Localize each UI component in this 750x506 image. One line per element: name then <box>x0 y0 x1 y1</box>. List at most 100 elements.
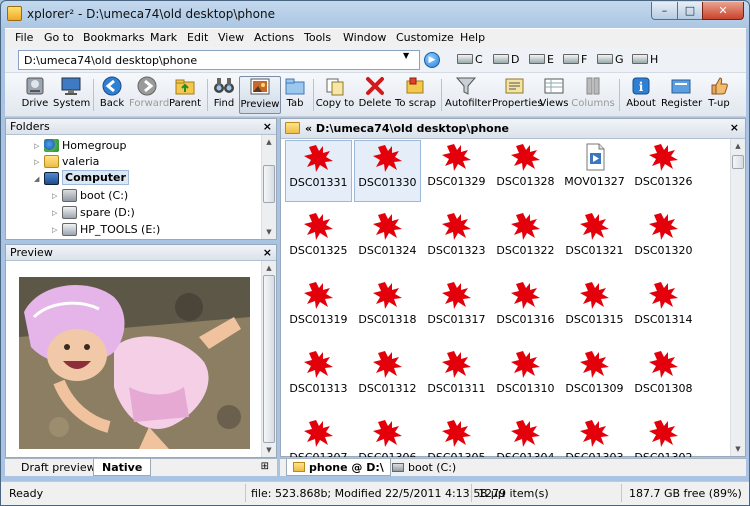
file-item[interactable]: DSC01312 <box>354 347 421 409</box>
drive-e-button[interactable]: E <box>529 52 554 68</box>
pin-icon[interactable]: ⊞ <box>261 461 269 472</box>
menu-help[interactable]: Help <box>460 31 485 44</box>
expand-arrow-icon[interactable]: ▷ <box>34 138 44 154</box>
scroll-up-icon[interactable]: ▲ <box>732 140 744 152</box>
file-item[interactable]: DSC01321 <box>561 209 628 271</box>
tree-item-hp-tools-e[interactable]: ▷ HP_TOOLS (E:) <box>52 222 160 238</box>
drive-h-button[interactable]: H <box>632 52 658 68</box>
file-item[interactable]: DSC01331 <box>285 140 352 202</box>
go-button[interactable]: ▶ <box>424 52 440 68</box>
drive-g-button[interactable]: G <box>597 52 624 68</box>
file-item[interactable]: DSC01319 <box>285 278 352 340</box>
file-item[interactable]: DSC01316 <box>492 278 559 340</box>
about-button[interactable]: i About <box>623 76 659 114</box>
menu-file[interactable]: File <box>15 31 33 44</box>
file-item[interactable]: DSC01326 <box>630 140 697 202</box>
menu-window[interactable]: Window <box>343 31 386 44</box>
current-path[interactable]: « D:\umeca74\old desktop\phone <box>305 122 509 135</box>
drive-f-button[interactable]: F <box>563 52 587 68</box>
scroll-down-icon[interactable]: ▼ <box>263 444 275 456</box>
menu-customize[interactable]: Customize <box>396 31 454 44</box>
file-list-scrollbar[interactable]: ▲ ▼ <box>730 139 745 456</box>
system-button[interactable]: System <box>53 76 90 114</box>
properties-button[interactable]: Properties <box>492 76 543 114</box>
file-item[interactable]: DSC01328 <box>492 140 559 202</box>
tree-item-computer[interactable]: ◢ Computer <box>34 170 129 187</box>
folders-scrollbar[interactable]: ▲ ▼ <box>261 135 276 239</box>
tree-item-spare-d[interactable]: ▷ spare (D:) <box>52 205 135 221</box>
menu-mark[interactable]: Mark <box>150 31 177 44</box>
file-item[interactable]: DSC01325 <box>285 209 352 271</box>
expand-arrow-icon[interactable]: ▷ <box>52 188 62 204</box>
file-item[interactable]: DSC01311 <box>423 347 490 409</box>
file-item[interactable]: DSC01307 <box>285 416 352 457</box>
maximize-button[interactable]: □ <box>677 2 703 20</box>
scroll-up-icon[interactable]: ▲ <box>263 136 275 148</box>
menu-goto[interactable]: Go to <box>44 31 74 44</box>
collapse-arrow-icon[interactable]: ◢ <box>34 171 44 187</box>
register-button[interactable]: Register <box>661 76 702 114</box>
back-button[interactable]: Back <box>95 76 129 114</box>
copy-to-button[interactable]: Copy to <box>315 76 355 114</box>
file-item[interactable]: DSC01323 <box>423 209 490 271</box>
file-item[interactable]: DSC01330 <box>354 140 421 202</box>
pane-close-button[interactable]: × <box>730 121 739 134</box>
file-item[interactable]: DSC01308 <box>630 347 697 409</box>
tab-native[interactable]: Native <box>93 459 152 476</box>
find-button[interactable]: Find <box>209 76 239 114</box>
expand-arrow-icon[interactable]: ▷ <box>52 205 62 221</box>
scroll-thumb[interactable] <box>263 165 275 203</box>
title-bar[interactable]: xplorer² - D:\umeca74\old desktop\phone … <box>1 1 749 27</box>
parent-button[interactable]: Parent <box>168 76 202 114</box>
file-item[interactable]: DSC01324 <box>354 209 421 271</box>
tab-button[interactable]: Tab <box>281 76 309 114</box>
scroll-up-icon[interactable]: ▲ <box>263 262 275 274</box>
expand-arrow-icon[interactable]: ▷ <box>52 222 62 238</box>
file-item[interactable]: DSC01306 <box>354 416 421 457</box>
file-item[interactable]: DSC01309 <box>561 347 628 409</box>
tree-item-valeria[interactable]: ▷ valeria <box>34 154 99 170</box>
tab-draft-preview[interactable]: Draft preview <box>13 459 104 476</box>
to-scrap-button[interactable]: To scrap <box>395 76 436 114</box>
tab-boot-c[interactable]: boot (C:) <box>386 459 462 476</box>
scroll-down-icon[interactable]: ▼ <box>263 226 275 238</box>
menu-tools[interactable]: Tools <box>304 31 331 44</box>
address-dropdown-icon[interactable]: ▼ <box>403 51 409 60</box>
file-item[interactable]: DSC01320 <box>630 209 697 271</box>
expand-arrow-icon[interactable]: ▷ <box>34 154 44 170</box>
autofilter-button[interactable]: Autofilter <box>445 76 491 114</box>
file-item[interactable]: MOV01327 <box>561 140 628 202</box>
file-item[interactable]: DSC01315 <box>561 278 628 340</box>
columns-button[interactable]: Columns <box>571 76 615 114</box>
menu-actions[interactable]: Actions <box>254 31 294 44</box>
file-item[interactable]: DSC01305 <box>423 416 490 457</box>
file-item[interactable]: DSC01304 <box>492 416 559 457</box>
preview-button[interactable]: Preview <box>239 76 281 114</box>
tree-item-boot-c[interactable]: ▷ boot (C:) <box>52 188 128 204</box>
drive-c-button[interactable]: C <box>457 52 483 68</box>
menu-edit[interactable]: Edit <box>187 31 208 44</box>
file-item[interactable]: DSC01329 <box>423 140 490 202</box>
menu-bookmarks[interactable]: Bookmarks <box>83 31 144 44</box>
file-item[interactable]: DSC01302 <box>630 416 697 457</box>
scroll-down-icon[interactable]: ▼ <box>732 443 744 455</box>
file-item[interactable]: DSC01303 <box>561 416 628 457</box>
folders-close-button[interactable]: × <box>263 119 272 134</box>
drive-d-button[interactable]: D <box>493 52 519 68</box>
preview-scrollbar[interactable]: ▲ ▼ <box>261 261 276 457</box>
tree-item-homegroup[interactable]: ▷ Homegroup <box>34 138 126 154</box>
forward-button[interactable]: Forward <box>129 76 169 114</box>
minimize-button[interactable]: – <box>651 2 678 20</box>
address-input[interactable]: D:\umeca74\old desktop\phone <box>18 50 420 70</box>
close-button[interactable]: ✕ <box>702 2 744 20</box>
file-item[interactable]: DSC01314 <box>630 278 697 340</box>
file-item[interactable]: DSC01322 <box>492 209 559 271</box>
tab-phone[interactable]: phone @ D:\ <box>286 459 391 476</box>
delete-button[interactable]: Delete <box>357 76 393 114</box>
file-item[interactable]: DSC01317 <box>423 278 490 340</box>
file-item[interactable]: DSC01318 <box>354 278 421 340</box>
scroll-thumb[interactable] <box>263 275 275 443</box>
scroll-thumb[interactable] <box>732 155 744 169</box>
file-item[interactable]: DSC01313 <box>285 347 352 409</box>
menu-view[interactable]: View <box>218 31 244 44</box>
